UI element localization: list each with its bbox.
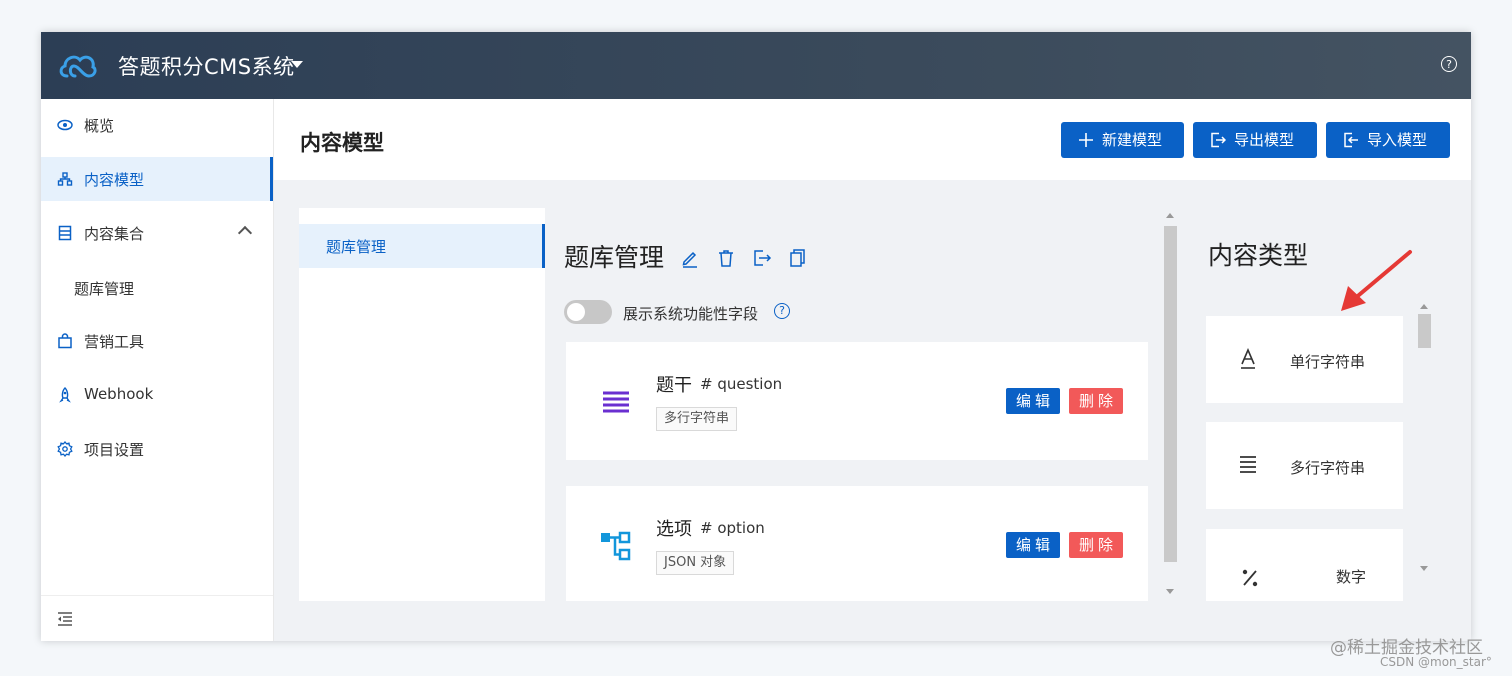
- sidebar-subitem-question-bank[interactable]: 题库管理: [74, 278, 134, 299]
- scroll-up-arrow-icon[interactable]: [1166, 213, 1174, 218]
- fields-scrollbar[interactable]: [1162, 208, 1178, 601]
- rocket-icon: [59, 387, 71, 403]
- app-switcher-caret-icon[interactable]: [291, 61, 303, 68]
- sitemap-icon: [57, 172, 73, 186]
- new-model-button[interactable]: 新建模型: [1061, 122, 1184, 158]
- sidebar-item-overview[interactable]: 概览: [41, 103, 273, 147]
- content-type-card[interactable]: 多行字符串: [1206, 422, 1403, 509]
- chevron-up-icon[interactable]: [237, 225, 253, 241]
- field-card[interactable]: 选项 # option JSON 对象 编辑 删除: [566, 486, 1148, 601]
- gear-icon: [57, 441, 73, 457]
- edit-icon[interactable]: [680, 248, 700, 268]
- export-model-button[interactable]: 导出模型: [1193, 122, 1317, 158]
- scrollbar-thumb[interactable]: [1418, 314, 1431, 348]
- field-name: 选项: [656, 519, 692, 540]
- trash-icon[interactable]: [716, 248, 736, 268]
- toggle-knob: [567, 303, 585, 321]
- plus-icon: [1079, 133, 1093, 147]
- json-tree-icon: [601, 531, 631, 561]
- edit-field-button[interactable]: 编辑: [1006, 532, 1060, 558]
- sidebar-item-project-settings[interactable]: 项目设置: [41, 427, 273, 471]
- watermark-csdn: CSDN @mon_star°: [1380, 655, 1492, 669]
- import-icon: [1344, 132, 1358, 148]
- system-fields-toggle-label: 展示系统功能性字段: [623, 305, 759, 323]
- field-id: # option: [700, 519, 765, 537]
- single-line-text-icon: [1241, 348, 1255, 369]
- export-icon[interactable]: [752, 248, 772, 268]
- sidebar-item-content-model[interactable]: 内容模型: [41, 157, 273, 201]
- sidebar-item-webhook[interactable]: Webhook: [41, 373, 273, 417]
- scroll-down-arrow-icon[interactable]: [1166, 589, 1174, 594]
- field-name: 题干: [656, 375, 692, 396]
- sidebar-item-label: 内容模型: [84, 171, 145, 189]
- field-card[interactable]: 题干 # question 多行字符串 编辑 删除: [566, 342, 1148, 460]
- multiline-text-icon: [1240, 456, 1256, 473]
- app-window: 答题积分CMS系统 ? 概览 内容模型 内容集合 题库管理 营销工具 Webho…: [41, 32, 1471, 641]
- scrollbar-thumb[interactable]: [1164, 226, 1177, 562]
- sidebar-item-label: 营销工具: [84, 333, 145, 351]
- field-type-tag: 多行字符串: [656, 407, 738, 431]
- app-title[interactable]: 答题积分CMS系统: [118, 51, 295, 81]
- delete-field-button[interactable]: 删除: [1069, 388, 1123, 414]
- shopping-bag-icon: [58, 333, 72, 349]
- sidebar-item-label: 概览: [84, 117, 115, 135]
- import-model-button[interactable]: 导入模型: [1326, 122, 1450, 158]
- top-bar: 答题积分CMS系统 ?: [41, 32, 1471, 99]
- database-icon: [58, 225, 72, 241]
- sidebar-item-marketing[interactable]: 营销工具: [41, 319, 273, 363]
- page-title: 内容模型: [300, 131, 384, 155]
- percent-icon: [1242, 569, 1258, 587]
- export-icon: [1211, 132, 1226, 148]
- eye-icon: [57, 119, 73, 131]
- field-type-tag: JSON 对象: [656, 551, 735, 575]
- field-id: # question: [700, 375, 783, 393]
- scroll-down-arrow-icon[interactable]: [1420, 566, 1428, 571]
- multiline-text-icon: [603, 391, 629, 413]
- question-help-icon[interactable]: ?: [774, 303, 790, 319]
- sidebar-item-label: 项目设置: [84, 441, 145, 459]
- menu-fold-icon: [58, 612, 72, 626]
- help-icon[interactable]: ?: [1441, 56, 1457, 72]
- sidebar: 概览 内容模型 内容集合 题库管理 营销工具 Webhook 项目设置: [41, 99, 274, 641]
- content-types-title: 内容类型: [1208, 241, 1309, 270]
- sidebar-item-label: 内容集合: [84, 225, 145, 243]
- sidebar-collapse-button[interactable]: [41, 595, 273, 641]
- content-type-card[interactable]: 数字: [1206, 529, 1403, 601]
- sidebar-item-label: Webhook: [84, 385, 154, 403]
- system-fields-toggle[interactable]: [564, 300, 612, 324]
- annotation-arrow-icon: [1341, 250, 1412, 311]
- page-header: 内容模型 新建模型 导出模型 导入模型: [274, 99, 1471, 180]
- model-name-heading: 题库管理: [564, 243, 665, 272]
- cloud-logo-icon: [59, 55, 97, 78]
- content-type-card[interactable]: 单行字符串: [1206, 316, 1403, 403]
- delete-field-button[interactable]: 删除: [1069, 532, 1123, 558]
- model-list-item[interactable]: 题库管理: [299, 224, 545, 268]
- sidebar-item-content-collection[interactable]: 内容集合: [41, 211, 273, 255]
- copy-icon[interactable]: [787, 248, 807, 268]
- edit-field-button[interactable]: 编辑: [1006, 388, 1060, 414]
- model-list: 题库管理: [299, 208, 545, 601]
- model-fields-panel: 题库管理 展示系统功能性字段 ? 题干 # question 多行字符串 编辑 …: [545, 208, 1165, 601]
- scroll-up-arrow-icon[interactable]: [1420, 304, 1428, 309]
- content-types-scrollbar[interactable]: [1414, 304, 1432, 574]
